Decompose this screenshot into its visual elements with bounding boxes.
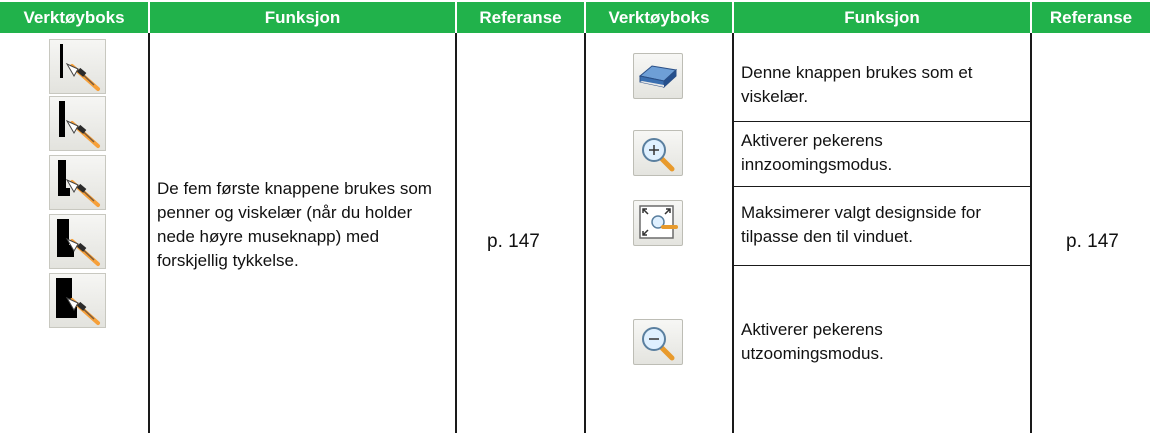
header-reference-1: Referanse [457, 2, 584, 33]
left-function-text: De fem første knappene brukes som penner… [157, 179, 432, 270]
eraser-icon[interactable] [633, 53, 683, 99]
right-reference: p. 147 [1066, 231, 1119, 252]
grid-line [1030, 33, 1032, 433]
zoom-in-icon[interactable] [633, 130, 683, 176]
grid-line [733, 186, 1031, 187]
header-toolbox-2: Verktøyboks [586, 2, 732, 33]
fit-to-window-icon[interactable] [633, 200, 683, 246]
zoom-in-description: Aktiverer pekerens innzoomingsmodus. [741, 131, 893, 174]
grid-line [733, 121, 1031, 122]
eraser-description: Denne knappen brukes som et viskelær. [741, 63, 973, 106]
grid-line [455, 33, 457, 433]
toolbox-reference-table: Verktøyboks Funksjon Referanse Verktøybo… [0, 0, 1150, 433]
header-function-1: Funksjon [150, 2, 455, 33]
pen-thin-icon[interactable] [49, 39, 106, 94]
pen-large-icon[interactable] [49, 214, 106, 269]
left-reference: p. 147 [487, 231, 540, 252]
fit-to-window-description: Maksimerer valgt designside for tilpasse… [741, 203, 981, 246]
grid-line [733, 265, 1031, 266]
grid-line [732, 33, 734, 433]
pen-medium-icon[interactable] [49, 155, 106, 210]
header-toolbox-1: Verktøyboks [0, 2, 148, 33]
header-function-2: Funksjon [734, 2, 1030, 33]
grid-line [148, 33, 150, 433]
header-reference-2: Referanse [1032, 2, 1150, 33]
grid-line [584, 33, 586, 433]
pen-small-icon[interactable] [49, 96, 106, 151]
zoom-out-icon[interactable] [633, 319, 683, 365]
zoom-out-description: Aktiverer pekerens utzoomingsmodus. [741, 320, 884, 363]
pen-thick-icon[interactable] [49, 273, 106, 328]
